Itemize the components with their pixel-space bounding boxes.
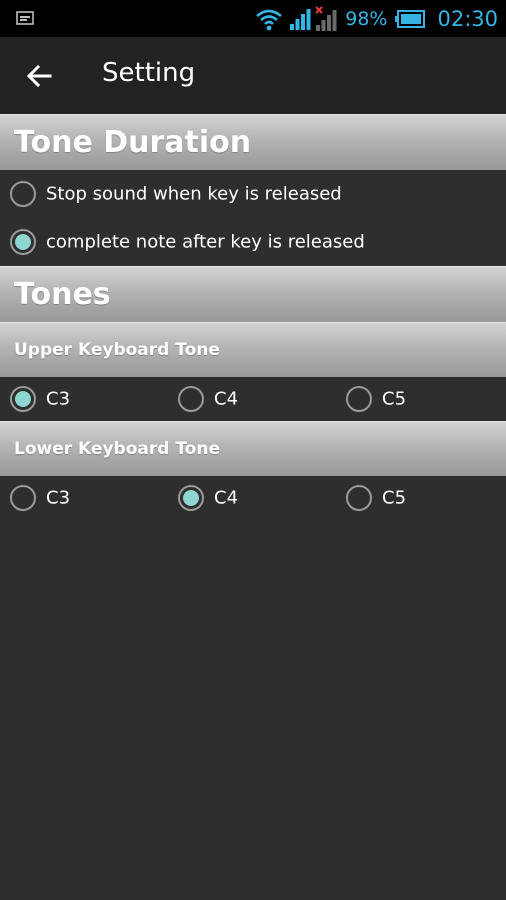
radio-button[interactable]	[9, 484, 37, 512]
battery-icon	[395, 9, 426, 28]
upper-keyboard-tone-title: Upper Keyboard Tone	[14, 340, 220, 360]
radio-button-selected[interactable]	[177, 484, 205, 512]
lower-tone-options: C3 C4 C5	[0, 474, 506, 522]
radio-label: C3	[46, 487, 71, 509]
back-button[interactable]	[14, 51, 64, 101]
radio-label: Stop sound when key is released	[46, 183, 342, 205]
notification-icon	[16, 11, 34, 25]
signal-no-sim-icon	[315, 5, 337, 31]
radio-label: C4	[214, 388, 239, 410]
radio-button[interactable]	[345, 385, 373, 413]
tones-header: Tones	[0, 266, 506, 322]
radio-label: C5	[382, 388, 407, 410]
tone-duration-title: Tone Duration	[14, 125, 252, 160]
back-arrow-icon	[26, 64, 52, 88]
radio-label: C3	[46, 388, 71, 410]
upper-tone-options: C3 C4 C5	[0, 375, 506, 423]
battery-percent: 98%	[345, 7, 388, 30]
status-bar: 98% 02:30	[0, 0, 506, 37]
radio-button[interactable]	[345, 484, 373, 512]
tone-duration-option-complete[interactable]: complete note after key is released	[0, 218, 506, 266]
signal-icon	[290, 8, 311, 30]
action-bar: Setting	[0, 37, 506, 114]
lower-keyboard-tone-title: Lower Keyboard Tone	[14, 439, 220, 459]
radio-button-selected[interactable]	[9, 228, 37, 256]
tone-duration-header: Tone Duration	[0, 114, 506, 170]
tones-title: Tones	[14, 277, 111, 312]
lower-keyboard-tone-header: Lower Keyboard Tone	[0, 421, 506, 476]
upper-keyboard-tone-header: Upper Keyboard Tone	[0, 322, 506, 377]
radio-button[interactable]	[177, 385, 205, 413]
radio-button[interactable]	[9, 180, 37, 208]
clock: 02:30	[437, 6, 498, 31]
radio-label: C4	[214, 487, 239, 509]
wifi-icon	[256, 9, 283, 30]
radio-label: C5	[382, 487, 407, 509]
radio-label: complete note after key is released	[46, 231, 365, 253]
page-title: Setting	[102, 58, 196, 88]
tone-duration-option-stop[interactable]: Stop sound when key is released	[0, 170, 506, 218]
radio-button-selected[interactable]	[9, 385, 37, 413]
